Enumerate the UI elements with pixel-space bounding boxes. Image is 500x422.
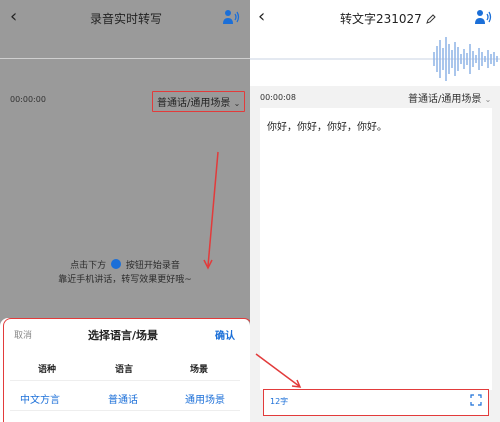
annotation-arrows xyxy=(203,151,302,388)
